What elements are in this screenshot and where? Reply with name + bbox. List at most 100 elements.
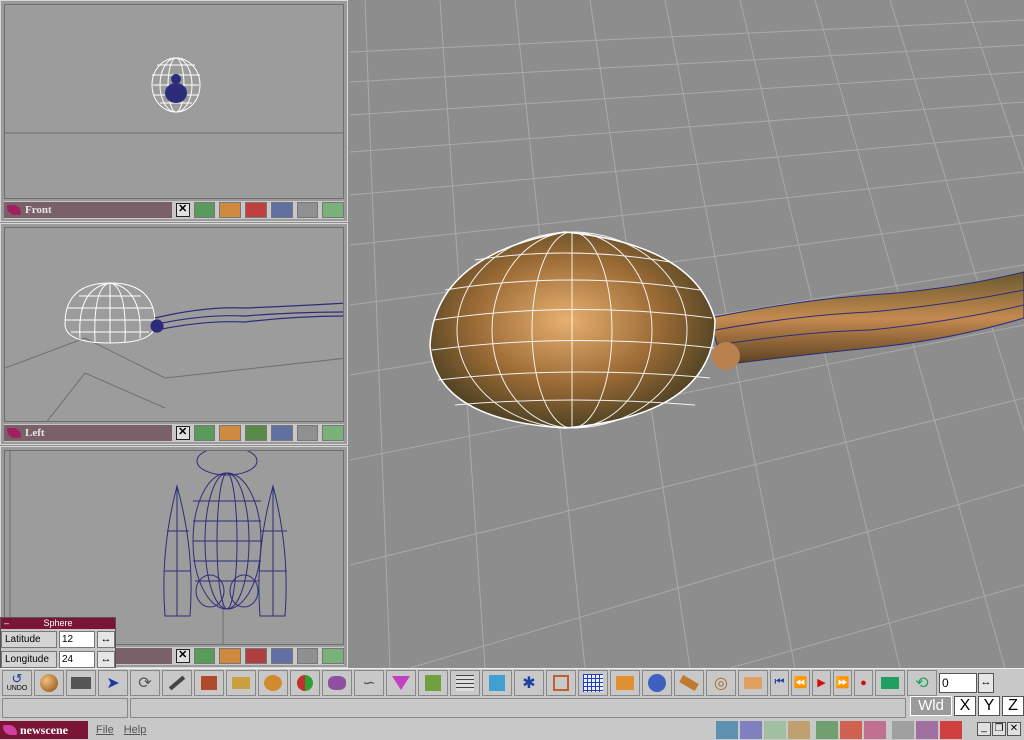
paint-tool-icon[interactable]	[418, 669, 448, 696]
figure-tool-icon[interactable]: ✱	[514, 669, 544, 696]
left-sphere-wireframe	[64, 282, 156, 344]
sphere-panel-title: Sphere	[43, 618, 73, 628]
app-logo-icon	[3, 725, 17, 735]
menu-help[interactable]: Help	[124, 724, 147, 736]
rewind-icon[interactable]: ⏪	[791, 669, 810, 696]
sphere-panel-header[interactable]: – Sphere	[1, 618, 115, 629]
animals-icon[interactable]	[864, 721, 886, 739]
rotate-view-icon[interactable]	[193, 202, 216, 218]
blob-tool-icon[interactable]	[322, 669, 352, 696]
frame-input[interactable]: 0	[939, 672, 977, 693]
orbit-tool-icon[interactable]: ◎	[706, 669, 736, 696]
box-tool-icon[interactable]	[194, 669, 224, 696]
render-view-icon[interactable]	[245, 425, 267, 441]
globe-icon[interactable]	[816, 721, 838, 739]
perspective-canvas	[350, 0, 1024, 668]
pan-view-icon[interactable]	[219, 425, 242, 441]
funnel-tool-icon[interactable]	[386, 669, 416, 696]
help-icon[interactable]	[940, 721, 962, 739]
grid-view-icon[interactable]	[296, 425, 319, 441]
grid-tool-icon[interactable]	[578, 669, 608, 696]
pan-view-icon[interactable]	[219, 202, 242, 218]
left-canvas[interactable]	[4, 227, 344, 422]
left-tail-wireframe	[150, 302, 343, 333]
skeleton-tool-icon[interactable]	[546, 669, 576, 696]
mode-select-icon[interactable]	[716, 721, 738, 739]
grid-view-icon[interactable]	[296, 648, 319, 664]
loop-icon[interactable]: ⟲	[907, 669, 937, 696]
app-title-tab[interactable]: newscene	[0, 721, 88, 739]
sphere-tool-icon[interactable]	[34, 669, 64, 696]
y-axis-button[interactable]: Y	[978, 696, 1000, 716]
z-axis-button[interactable]: Z	[1002, 696, 1024, 716]
shapes-icon[interactable]	[840, 721, 862, 739]
axes-view-icon[interactable]	[322, 202, 345, 218]
mode-move-icon[interactable]	[788, 721, 810, 739]
longitude-input[interactable]: 24	[59, 651, 95, 668]
zoom-view-icon[interactable]	[270, 202, 293, 218]
restore-button[interactable]: ❐	[992, 722, 1006, 736]
hammer-tool-icon[interactable]	[674, 669, 704, 696]
latitude-label: Latitude	[1, 631, 57, 648]
extrude-tool-icon[interactable]	[226, 669, 256, 696]
list-tool-icon[interactable]	[450, 669, 480, 696]
terrain-tool-icon[interactable]	[610, 669, 640, 696]
undo-button[interactable]: ↺ UNDO	[2, 669, 32, 696]
spline-tool-icon[interactable]: ∽	[354, 669, 384, 696]
mode-link-icon[interactable]	[764, 721, 786, 739]
3d-view-icon[interactable]	[642, 669, 672, 696]
front-canvas[interactable]	[4, 4, 344, 199]
left-close-button[interactable]: ✕	[175, 426, 190, 440]
close-button[interactable]: ✕	[1007, 722, 1021, 736]
rotate-view-icon[interactable]	[193, 425, 216, 441]
bend-tool-icon[interactable]	[162, 669, 192, 696]
menu-file[interactable]: File	[96, 724, 114, 736]
world-coords-button[interactable]: Wld	[910, 696, 952, 716]
camera-tool-icon[interactable]	[66, 669, 96, 696]
perspective-viewport[interactable]	[350, 0, 1024, 668]
latitude-input[interactable]: 12	[59, 631, 95, 648]
panel-b-icon[interactable]	[916, 721, 938, 739]
zoom-view-icon[interactable]	[270, 425, 293, 441]
axes-view-icon[interactable]	[322, 425, 345, 441]
top-figure-wireframe	[163, 451, 287, 617]
axes-view-icon[interactable]	[322, 648, 345, 664]
render-view-icon[interactable]	[245, 648, 267, 664]
record-icon[interactable]: ●	[854, 669, 873, 696]
top-close-button[interactable]: ✕	[175, 649, 190, 663]
latitude-slider-arrow[interactable]: ↔	[97, 631, 115, 648]
render-view-icon[interactable]	[245, 202, 267, 218]
material-tool-icon[interactable]	[290, 669, 320, 696]
collapse-button[interactable]: –	[4, 618, 9, 629]
panel-a-icon[interactable]	[892, 721, 914, 739]
latitude-row: Latitude 12 ↔	[1, 630, 115, 649]
front-viewport[interactable]: Front ✕	[0, 0, 348, 222]
left-viewport-title[interactable]: Left	[4, 425, 172, 441]
grid-view-icon[interactable]	[296, 202, 319, 218]
lathe-tool-icon[interactable]	[258, 669, 288, 696]
frame-slider-arrow[interactable]: ↔	[978, 672, 994, 693]
window-controls: _ ❐ ✕	[977, 722, 1021, 736]
longitude-slider-arrow[interactable]: ↔	[97, 651, 115, 668]
longitude-label: Longitude	[1, 651, 57, 668]
front-close-button[interactable]: ✕	[175, 203, 190, 217]
rotate-view-icon[interactable]	[193, 648, 216, 664]
first-frame-icon[interactable]: ⏮	[770, 669, 789, 696]
status-field-main	[130, 698, 906, 718]
cube-tool-icon[interactable]	[482, 669, 512, 696]
pan-view-icon[interactable]	[219, 648, 242, 664]
transform-tool-icon[interactable]	[738, 669, 768, 696]
rotate-tool-icon[interactable]: ⟳	[130, 669, 160, 696]
play-icon[interactable]: ▶	[812, 669, 831, 696]
fast-forward-icon[interactable]: ⏩	[833, 669, 852, 696]
zoom-view-icon[interactable]	[270, 648, 293, 664]
x-axis-button[interactable]: X	[954, 696, 976, 716]
minimize-button[interactable]: _	[977, 722, 991, 736]
select-arrow-icon[interactable]: ➤	[98, 669, 128, 696]
keyframe-icon[interactable]	[875, 669, 905, 696]
top-canvas[interactable]	[4, 450, 344, 645]
mode-path-icon[interactable]	[740, 721, 762, 739]
status-row: Wld X Y Z	[0, 696, 1024, 720]
front-viewport-title[interactable]: Front	[4, 202, 172, 218]
left-viewport[interactable]: Left ✕	[0, 223, 348, 445]
